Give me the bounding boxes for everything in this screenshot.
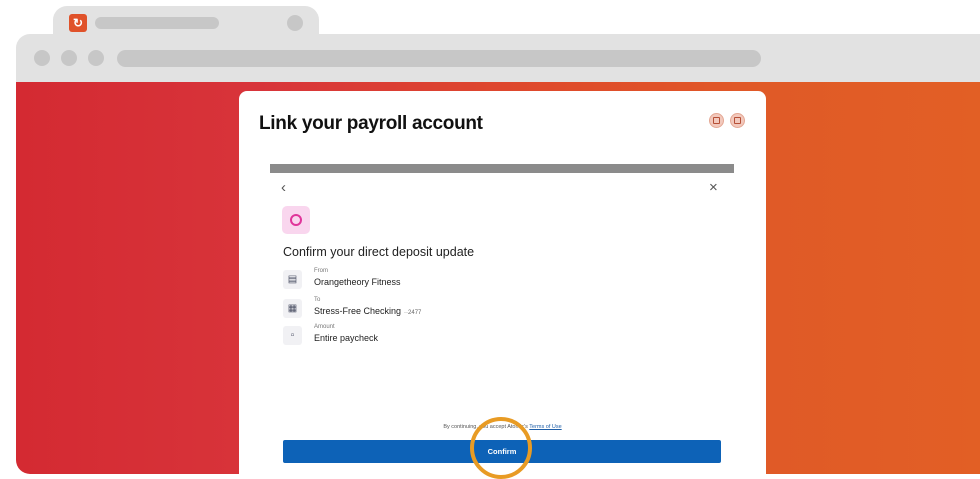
- from-value: Orangetheory Fitness: [314, 277, 401, 287]
- bank-icon: ▦: [283, 299, 302, 318]
- progress-bar: [270, 164, 734, 173]
- close-icon[interactable]: ×: [709, 180, 718, 196]
- from-label: From: [314, 268, 328, 274]
- amount-value: Entire paycheck: [314, 333, 379, 343]
- tab-close-icon[interactable]: [287, 15, 303, 31]
- back-icon[interactable]: ‹: [281, 180, 286, 196]
- to-value: Stress-Free Checking ··2477: [314, 306, 421, 316]
- address-bar[interactable]: [117, 50, 761, 67]
- building-icon: ▤: [283, 270, 302, 289]
- account-suffix: ··2477: [404, 310, 422, 316]
- money-icon: ▫: [283, 326, 302, 345]
- expand-icon[interactable]: [709, 113, 724, 128]
- window-minimize-dot[interactable]: [61, 50, 77, 66]
- click-highlight-ring: [470, 417, 532, 479]
- terms-link[interactable]: Terms of Use: [529, 424, 561, 430]
- employer-logo-icon: [282, 206, 310, 234]
- amount-label: Amount: [314, 324, 335, 330]
- tab-title-placeholder: [95, 17, 219, 29]
- confirm-heading: Confirm your direct deposit update: [283, 245, 475, 259]
- to-account-name: Stress-Free Checking: [314, 306, 402, 316]
- popout-icon[interactable]: [730, 113, 745, 128]
- favicon-icon: ↻: [69, 14, 87, 32]
- to-label: To: [314, 297, 321, 303]
- modal-title: Link your payroll account: [259, 113, 483, 134]
- window-zoom-dot[interactable]: [88, 50, 104, 66]
- window-close-dot[interactable]: [34, 50, 50, 66]
